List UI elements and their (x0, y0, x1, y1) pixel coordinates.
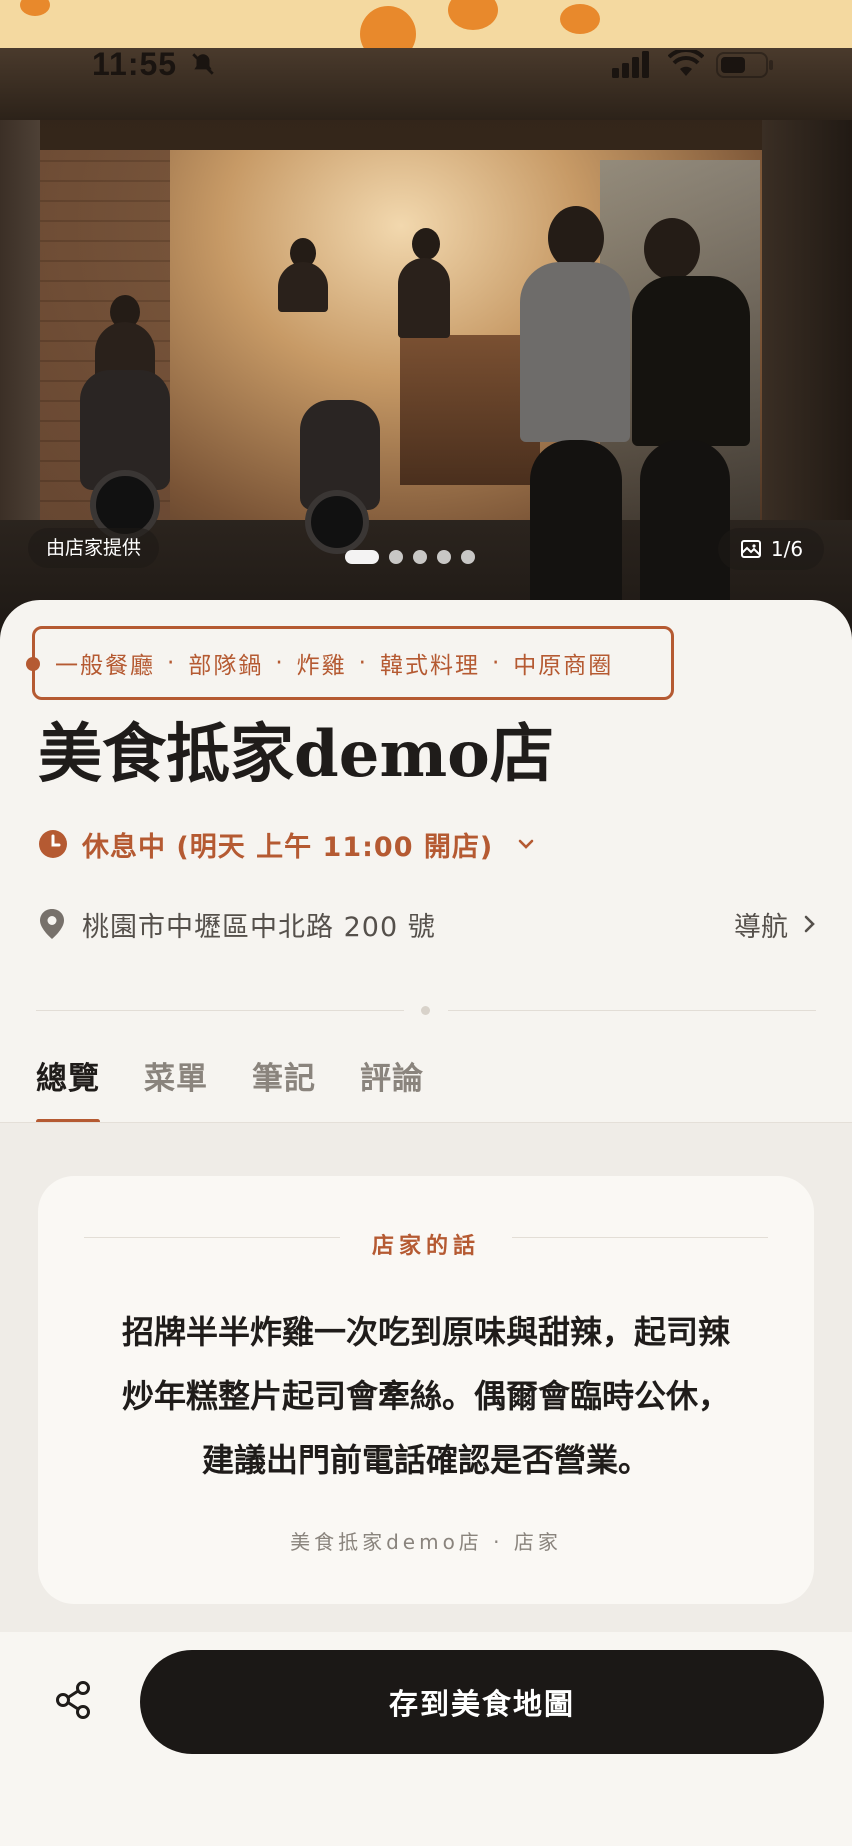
opening-hours[interactable]: 休息中 (明天 上午 11:00 開店) (38, 822, 537, 866)
carousel-dot[interactable] (345, 550, 379, 564)
clock-icon (39, 830, 67, 858)
tag-separator: · (491, 650, 502, 676)
counter (400, 335, 540, 485)
carousel-dot[interactable] (389, 550, 403, 564)
status-bar: 11:55 (0, 0, 852, 130)
tag[interactable]: 韓式料理 (380, 646, 480, 680)
pedestrian-1 (520, 262, 630, 442)
tab-notes[interactable]: 筆記 (252, 1054, 316, 1124)
map-pin-icon (40, 909, 64, 939)
navigate-label: 導航 (734, 911, 788, 943)
save-to-map-button[interactable]: 存到美食地圖 (140, 1650, 824, 1754)
tab-bar: 總覽 菜單 筆記 評論 (36, 1054, 424, 1124)
tab-reviews[interactable]: 評論 (360, 1054, 424, 1124)
tag[interactable]: 炸雞 (297, 646, 347, 680)
owner-note-text: 招牌半半炸雞一次吃到原味與甜辣，起司辣 炒年糕整片起司會牽絲。偶爾會臨時公休， … (86, 1300, 766, 1492)
owner-note-signature: 美食抵家demo店 · 店家 (290, 1530, 562, 1554)
tag[interactable]: 中原商圈 (513, 646, 613, 680)
owner-note-heading: 店家的話 (371, 1234, 480, 1259)
share-button[interactable] (30, 1656, 118, 1744)
tab-menu[interactable]: 菜單 (144, 1054, 208, 1124)
carousel-dot[interactable] (413, 550, 427, 564)
pillar-right (762, 120, 852, 550)
status-time: 11:55 (92, 46, 178, 82)
pedestrian-2 (632, 276, 750, 446)
category-tags: 一般餐廳 · 部隊鍋 · 炸雞 · 韓式料理 · 中原商圈 (26, 626, 674, 700)
tab-overview[interactable]: 總覽 (36, 1054, 100, 1124)
address[interactable]: 桃園市中壢區中北路 200 號 (82, 905, 436, 944)
navigate-button[interactable]: 導航 (734, 905, 818, 944)
hours-status: 休息中 (明天 上午 11:00 開店) (82, 831, 494, 863)
carousel-dot[interactable] (461, 550, 475, 564)
chevron-right-icon (804, 915, 815, 933)
share-icon (56, 1681, 90, 1719)
tag[interactable]: 部隊鍋 (188, 646, 263, 680)
gallery-icon (740, 540, 761, 558)
photo-counter: 1/6 (770, 537, 804, 561)
pillar-left (0, 120, 40, 550)
owner-note-line: 建議出門前電話確認是否營業。 (201, 1441, 650, 1479)
bell-off-icon (192, 53, 214, 75)
tags-marker (26, 657, 40, 671)
carousel-indicator[interactable] (345, 549, 475, 565)
tag-separator: · (358, 650, 368, 676)
carousel-dot[interactable] (437, 550, 451, 564)
owner-note-line: 炒年糕整片起司會牽絲。偶爾會臨時公休， (121, 1377, 730, 1415)
tag-separator: · (167, 650, 177, 676)
owner-note-line: 招牌半半炸雞一次吃到原味與甜辣，起司辣 (121, 1313, 730, 1351)
restaurant-name: 美食抵家demo店 (38, 717, 554, 792)
tag[interactable]: 一般餐廳 (55, 646, 155, 680)
owner-note-heading-row: 店家的話 (38, 1228, 814, 1268)
owner-note-card: 店家的話 招牌半半炸雞一次吃到原味與甜辣，起司辣 炒年糕整片起司會牽絲。偶爾會臨… (38, 1176, 814, 1604)
photo-credit: 由店家提供 (28, 528, 160, 568)
chevron-down-icon (518, 839, 534, 849)
signal-icon (612, 51, 649, 78)
gallery-button[interactable]: 1/6 (718, 528, 824, 570)
tag-separator: · (275, 650, 285, 676)
address-row: 桃園市中壢區中北路 200 號 導航 (38, 902, 818, 946)
wifi-icon (668, 50, 704, 76)
section-divider (36, 1006, 816, 1015)
battery-icon (716, 52, 773, 78)
